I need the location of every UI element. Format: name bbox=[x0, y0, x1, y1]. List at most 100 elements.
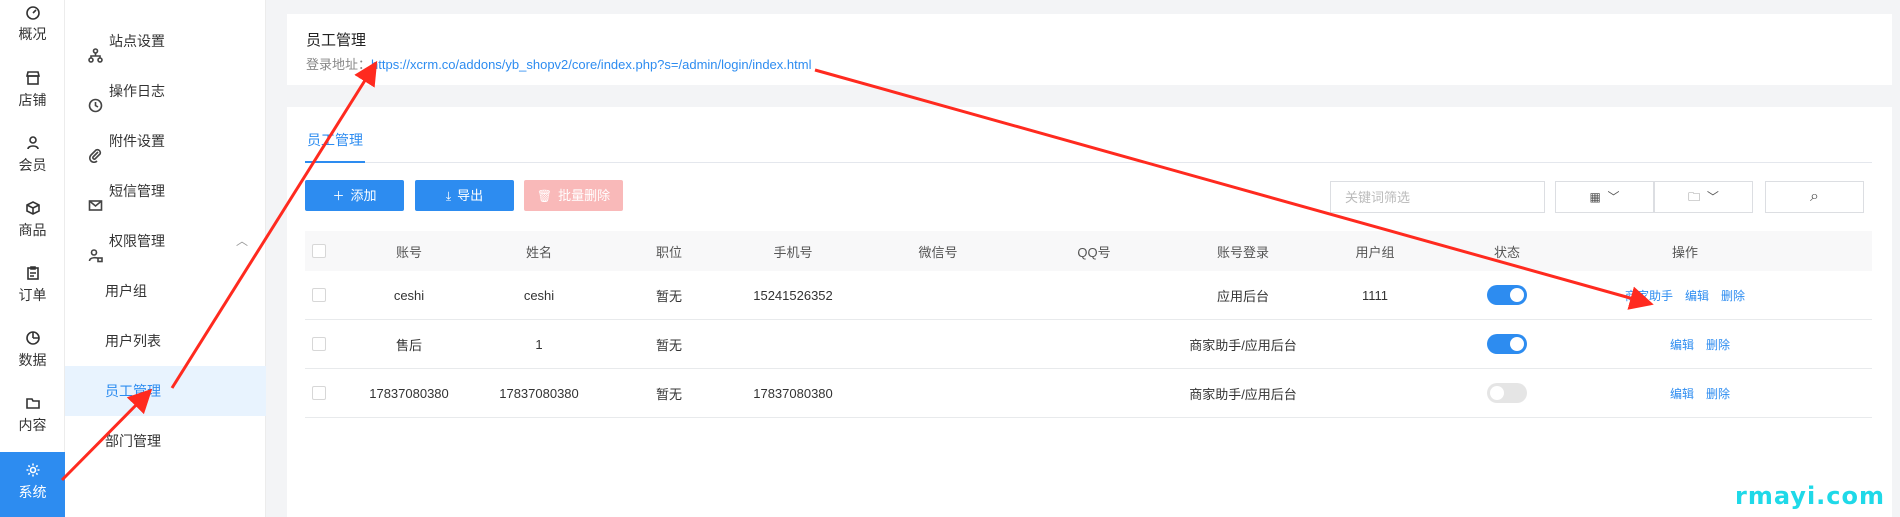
menu-item-site-settings[interactable]: 站点设置 bbox=[65, 16, 266, 66]
rail-item-label: 系统 bbox=[18, 484, 47, 500]
header-name: 姓名 bbox=[525, 244, 552, 260]
delete-link[interactable]: 删除 bbox=[1706, 336, 1730, 353]
watermark: rmayi.com bbox=[1735, 482, 1886, 510]
user-lock-icon bbox=[88, 233, 103, 263]
header-status: 状态 bbox=[1493, 244, 1520, 260]
keyword-filter-input[interactable] bbox=[1330, 181, 1545, 213]
menu-item-label: 用户组 bbox=[105, 283, 147, 299]
rail-item-data[interactable]: 数据 bbox=[0, 324, 65, 389]
rail-item-goods[interactable]: 商品 bbox=[0, 194, 65, 259]
chevron-down-icon: ﹀ bbox=[1607, 190, 1620, 204]
edit-link[interactable]: 编辑 bbox=[1670, 336, 1694, 353]
folder-icon bbox=[25, 395, 41, 411]
row-checkbox[interactable] bbox=[312, 337, 326, 351]
rail-item-members[interactable]: 会员 bbox=[0, 129, 65, 194]
rail-item-label: 数据 bbox=[18, 352, 47, 368]
chevron-down-icon: ﹀ bbox=[1706, 190, 1719, 204]
user-icon bbox=[25, 135, 41, 151]
add-button[interactable]: ＋ 添加 bbox=[305, 180, 404, 211]
category-select[interactable]: 🗀 ﹀ bbox=[1654, 181, 1753, 213]
menu-item-label: 用户列表 bbox=[105, 333, 161, 349]
rail-item-label: 商品 bbox=[18, 222, 47, 238]
system-menu: 站点设置 操作日志 附件设置 短信管理 权限管理 ︿ 用户组 用户列表 员工管理… bbox=[65, 0, 266, 517]
menu-item-user-list[interactable]: 用户列表 bbox=[65, 316, 266, 366]
export-button-label: 导出 bbox=[457, 188, 484, 203]
rail-item-content[interactable]: 内容 bbox=[0, 389, 65, 454]
status-toggle[interactable] bbox=[1487, 383, 1527, 403]
sitemap-icon bbox=[88, 33, 103, 63]
info-card: 员工管理 登录地址：https://xcrm.co/addons/yb_shop… bbox=[287, 14, 1892, 85]
row-actions: 商家助手 编辑 删除 bbox=[1605, 271, 1765, 319]
cell-account: ceshi bbox=[393, 287, 425, 303]
cell-name: 1 bbox=[535, 336, 543, 352]
grid-icon: ▦ bbox=[1589, 190, 1601, 204]
cell-account: 售后 bbox=[395, 337, 422, 353]
menu-item-label: 站点设置 bbox=[109, 33, 165, 49]
search-icon: ⌕ bbox=[1810, 188, 1819, 205]
row-checkbox[interactable] bbox=[312, 288, 326, 302]
rail-item-orders[interactable]: 订单 bbox=[0, 259, 65, 324]
menu-item-sms[interactable]: 短信管理 bbox=[65, 166, 266, 216]
tab-bar: 员工管理 bbox=[305, 129, 1872, 163]
table-row: ceshi ceshi 暂无 15241526352 应用后台 1111 商家助… bbox=[305, 271, 1872, 320]
row-checkbox[interactable] bbox=[312, 386, 326, 400]
add-button-label: 添加 bbox=[350, 188, 377, 203]
mail-icon bbox=[88, 183, 103, 211]
export-button[interactable]: ⤓ 导出 bbox=[415, 180, 514, 211]
menu-item-label: 权限管理 bbox=[109, 233, 165, 249]
menu-item-departments[interactable]: 部门管理 bbox=[65, 416, 266, 466]
delete-link[interactable]: 删除 bbox=[1706, 385, 1730, 402]
select-all-checkbox[interactable] bbox=[312, 244, 326, 258]
cell-name: ceshi bbox=[523, 287, 555, 303]
rail-item-label: 概况 bbox=[18, 26, 47, 42]
staff-panel: 员工管理 ＋ 添加 ⤓ 导出 🗑 批量删除 ▦ ﹀ 🗀 ﹀ ⌕ 账号 姓名 职位 手机… bbox=[287, 107, 1892, 517]
menu-item-permissions[interactable]: 权限管理 ︿ bbox=[65, 216, 266, 266]
gear-icon bbox=[25, 462, 41, 478]
login-url-link[interactable]: https://xcrm.co/addons/yb_shopv2/core/in… bbox=[371, 57, 811, 72]
download-icon: ⤓ bbox=[445, 189, 452, 203]
cell-user-group bbox=[1310, 320, 1440, 368]
delete-link[interactable]: 删除 bbox=[1721, 287, 1745, 304]
header-account: 账号 bbox=[395, 244, 422, 260]
paperclip-icon bbox=[88, 133, 103, 164]
rail-item-store[interactable]: 店铺 bbox=[0, 64, 65, 129]
login-address-label: 登录地址： bbox=[306, 57, 372, 72]
table-row: 售后 1 暂无 商家助手/应用后台 编辑 删除 bbox=[305, 320, 1872, 369]
columns-select[interactable]: ▦ ﹀ bbox=[1555, 181, 1654, 213]
menu-item-label: 员工管理 bbox=[105, 383, 161, 399]
menu-item-operation-log[interactable]: 操作日志 bbox=[65, 66, 266, 116]
edit-link[interactable]: 编辑 bbox=[1685, 287, 1709, 304]
cell-phone bbox=[713, 320, 873, 368]
status-toggle[interactable] bbox=[1487, 285, 1527, 305]
status-toggle[interactable] bbox=[1487, 334, 1527, 354]
menu-item-attachment-settings[interactable]: 附件设置 bbox=[65, 116, 266, 166]
cell-phone: 15241526352 bbox=[753, 287, 833, 303]
menu-item-label: 操作日志 bbox=[109, 83, 165, 99]
search-button[interactable]: ⌕ bbox=[1765, 181, 1864, 213]
bulk-delete-button[interactable]: 🗑 批量删除 bbox=[524, 180, 623, 211]
edit-link[interactable]: 编辑 bbox=[1670, 385, 1694, 402]
chevron-up-icon: ︿ bbox=[235, 234, 248, 248]
rail-item-overview[interactable]: 概况 bbox=[0, 0, 65, 63]
menu-item-label: 短信管理 bbox=[109, 183, 165, 199]
rail-item-label: 店铺 bbox=[18, 92, 47, 108]
merchant-assistant-link[interactable]: 商家助手 bbox=[1625, 287, 1673, 304]
tab-staff-management[interactable]: 员工管理 bbox=[305, 129, 365, 163]
icon-rail: 概况 店铺 会员 商品 订单 数据 内容 系统 bbox=[0, 0, 65, 517]
bulk-delete-button-label: 批量删除 bbox=[558, 188, 611, 203]
header-actions: 操作 bbox=[1671, 244, 1698, 260]
menu-item-label: 附件设置 bbox=[109, 133, 165, 149]
staff-table: 账号 姓名 职位 手机号 微信号 QQ号 账号登录 用户组 状态 操作 cesh… bbox=[305, 231, 1872, 418]
table-header: 账号 姓名 职位 手机号 微信号 QQ号 账号登录 用户组 状态 操作 bbox=[305, 231, 1872, 271]
header-phone: 手机号 bbox=[773, 244, 813, 260]
menu-item-staff-management[interactable]: 员工管理 bbox=[65, 366, 266, 416]
chart-icon bbox=[25, 330, 41, 346]
menu-item-user-groups[interactable]: 用户组 bbox=[65, 266, 266, 316]
rail-item-system[interactable]: 系统 bbox=[0, 452, 65, 517]
plus-icon: ＋ bbox=[332, 189, 345, 203]
menu-item-label: 部门管理 bbox=[105, 433, 161, 449]
store-icon bbox=[25, 70, 41, 86]
select-all-cell bbox=[305, 231, 333, 271]
clipboard-icon bbox=[25, 265, 41, 281]
row-actions: 编辑 删除 bbox=[1635, 320, 1765, 368]
